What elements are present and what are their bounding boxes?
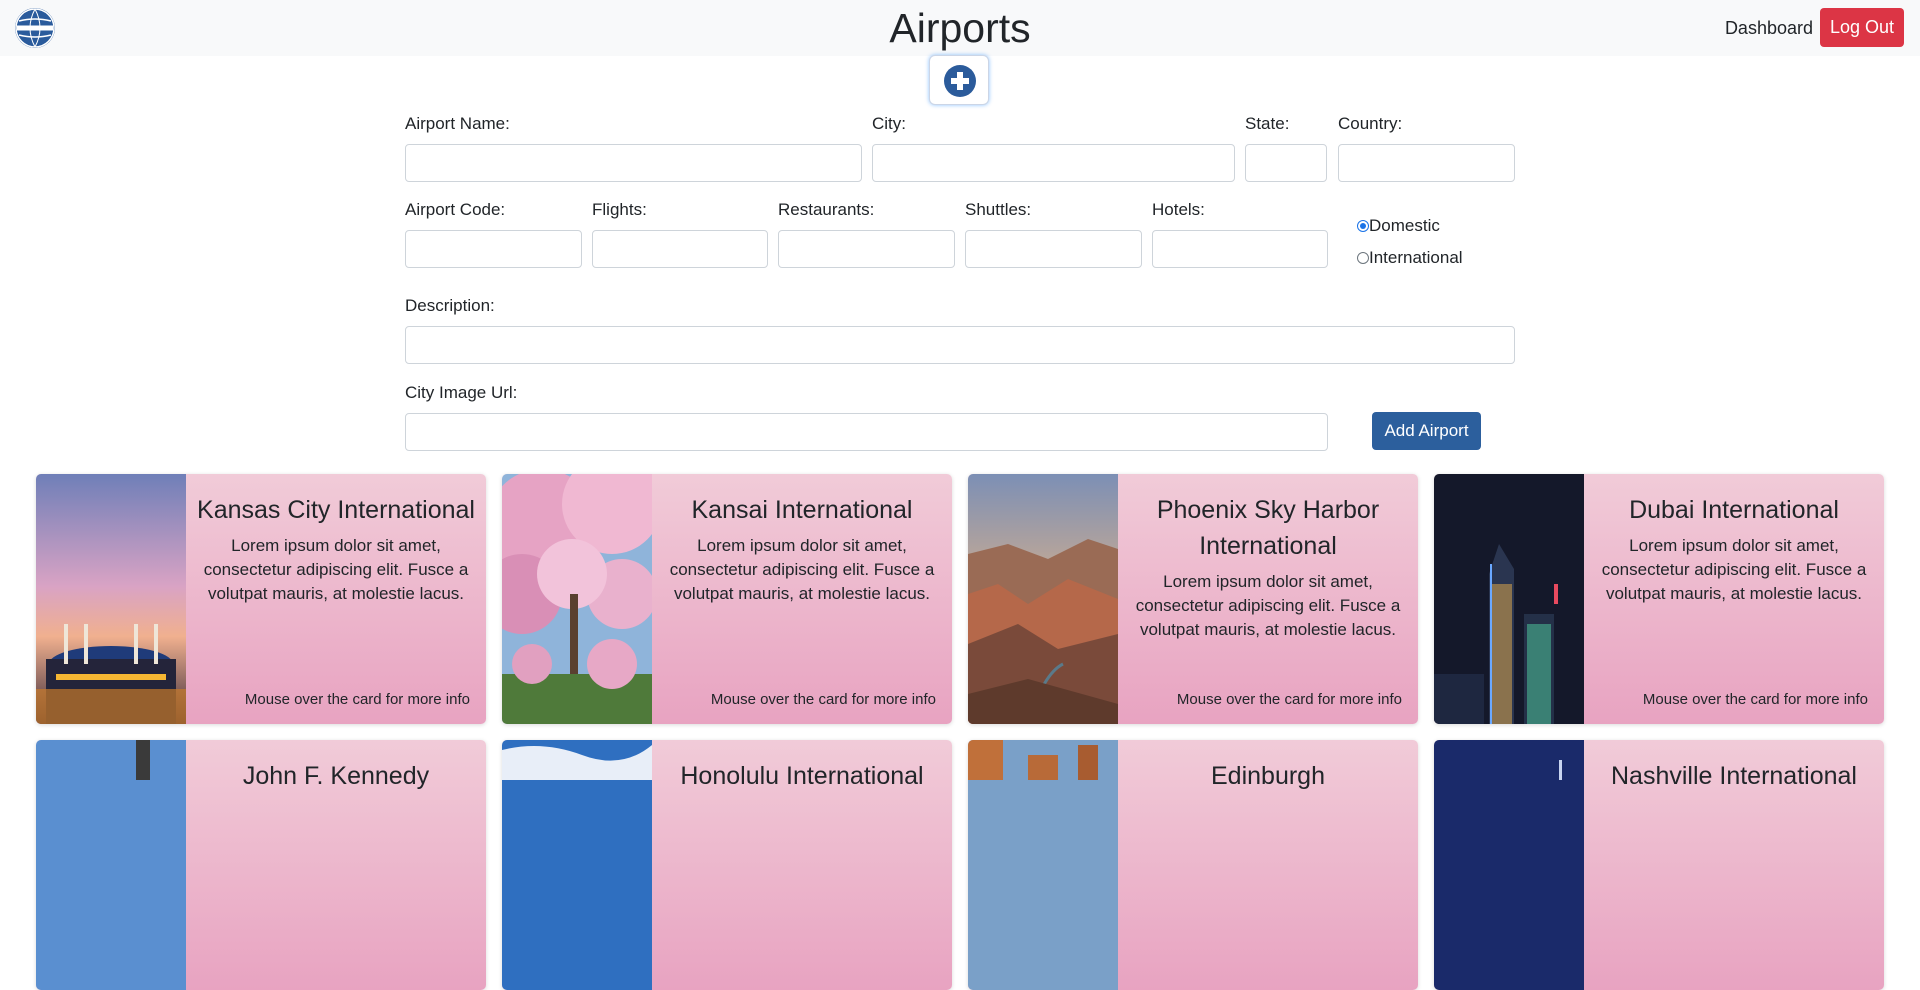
toggle-form-button[interactable] <box>929 55 989 105</box>
card-body: Kansai International Lorem ipsum dolor s… <box>652 474 952 724</box>
card-text: Lorem ipsum dolor sit amet, consectetur … <box>1135 572 1401 639</box>
radio-international-label: International <box>1369 248 1463 267</box>
card-city-image <box>968 474 1118 724</box>
flights-input[interactable] <box>592 230 768 268</box>
card-footer: Mouse over the card for more info <box>710 691 936 708</box>
card-footer: Mouse over the card for more info <box>244 691 470 708</box>
card-text: Lorem ipsum dolor sit amet, consectetur … <box>1601 536 1867 603</box>
card-body: John F. Kennedy <box>186 740 486 990</box>
card-city-image <box>1434 740 1584 990</box>
description-label: Description: <box>405 296 495 315</box>
card-body: Phoenix Sky Harbor International Lorem i… <box>1118 474 1418 724</box>
radio-domestic-button[interactable] <box>1357 220 1369 232</box>
restaurants-input[interactable] <box>778 230 955 268</box>
flights-label: Flights: <box>592 200 647 219</box>
card-body: Honolulu International <box>652 740 952 990</box>
card-text: Lorem ipsum dolor sit amet, consectetur … <box>203 536 469 603</box>
card-city-image <box>502 474 662 724</box>
card-title: John F. Kennedy <box>242 762 430 790</box>
card-title: Nashville International <box>1611 762 1857 790</box>
card-title: Kansas City International <box>197 496 475 524</box>
city-label: City: <box>872 114 906 133</box>
airport-card[interactable]: Honolulu International <box>502 740 952 990</box>
card-title: Kansai International <box>691 496 913 524</box>
airport-card[interactable]: Edinburgh <box>968 740 1418 990</box>
airport-code-input[interactable] <box>405 230 582 268</box>
card-city-image <box>1434 474 1584 724</box>
card-body: Nashville International <box>1584 740 1884 990</box>
dashboard-link[interactable]: Dashboard <box>1725 18 1813 39</box>
card-footer: Mouse over the card for more info <box>1176 691 1402 708</box>
city-input[interactable] <box>872 144 1235 182</box>
card-title: Dubai International <box>1629 496 1839 524</box>
card-body: Dubai International Lorem ipsum dolor si… <box>1584 474 1884 724</box>
card-title: Honolulu International <box>680 762 924 790</box>
hotels-input[interactable] <box>1152 230 1328 268</box>
card-city-image <box>36 740 186 990</box>
card-body: Edinburgh <box>1118 740 1418 990</box>
radio-domestic[interactable]: Domestic <box>1357 216 1440 236</box>
card-city-image <box>36 474 186 724</box>
card-body: Kansas City International Lorem ipsum do… <box>186 474 486 724</box>
logout-button[interactable]: Log Out <box>1820 8 1904 47</box>
state-input[interactable] <box>1245 144 1327 182</box>
card-text: Lorem ipsum dolor sit amet, consectetur … <box>669 536 935 603</box>
airport-card[interactable]: Kansai International Lorem ipsum dolor s… <box>502 474 952 724</box>
page-title: Airports <box>889 5 1031 51</box>
restaurants-label: Restaurants: <box>778 200 875 219</box>
airport-card[interactable]: Dubai International Lorem ipsum dolor si… <box>1434 474 1884 724</box>
card-city-image <box>968 740 1118 990</box>
card-title: Phoenix Sky Harbor International <box>1156 496 1380 560</box>
radio-international-button[interactable] <box>1357 252 1369 264</box>
country-label: Country: <box>1338 114 1403 133</box>
shuttles-label: Shuttles: <box>965 200 1032 219</box>
navbar: Airports Dashboard Log Out <box>0 0 1920 56</box>
airport-name-input[interactable] <box>405 144 862 182</box>
city-image-url-label: City Image Url: <box>405 383 518 402</box>
country-input[interactable] <box>1338 144 1515 182</box>
add-airport-button[interactable]: Add Airport <box>1372 412 1481 450</box>
airport-card[interactable]: Phoenix Sky Harbor International Lorem i… <box>968 474 1418 724</box>
card-city-image <box>502 740 652 990</box>
airport-card[interactable]: Nashville International <box>1434 740 1884 990</box>
airport-code-label: Airport Code: <box>405 200 506 219</box>
radio-international[interactable]: International <box>1357 248 1463 268</box>
state-label: State: <box>1245 114 1290 133</box>
airport-card[interactable]: John F. Kennedy <box>36 740 486 990</box>
city-image-url-input[interactable] <box>405 413 1328 451</box>
card-title: Edinburgh <box>1211 762 1325 790</box>
radio-domestic-label: Domestic <box>1369 216 1440 235</box>
airport-name-label: Airport Name: <box>405 114 510 133</box>
hotels-label: Hotels: <box>1152 200 1205 219</box>
airport-card[interactable]: Kansas City International Lorem ipsum do… <box>36 474 486 724</box>
plus-circle-icon <box>944 65 976 97</box>
card-footer: Mouse over the card for more info <box>1642 691 1868 708</box>
description-input[interactable] <box>405 326 1515 364</box>
shuttles-input[interactable] <box>965 230 1142 268</box>
